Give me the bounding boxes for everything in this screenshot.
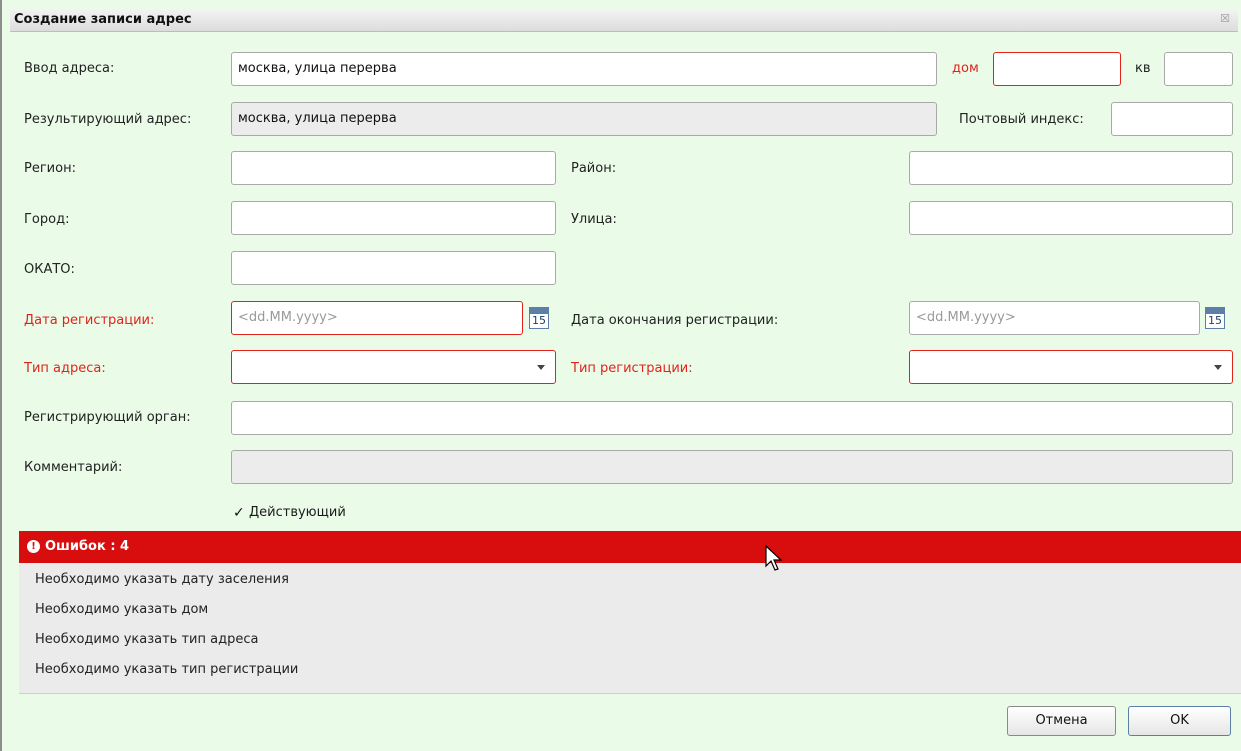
- city-input[interactable]: [231, 201, 556, 235]
- address-input-label: Ввод адреса:: [24, 61, 115, 76]
- result-address-field: москва, улица перерва: [231, 102, 937, 136]
- apartment-label: кв: [1135, 61, 1151, 76]
- district-input[interactable]: [909, 151, 1233, 185]
- district-label: Район:: [571, 161, 617, 176]
- calendar-icon[interactable]: 15: [529, 307, 549, 329]
- reg-end-date-input[interactable]: <dd.MM.yyyy>: [909, 301, 1200, 335]
- error-item: Необходимо указать тип регистрации: [35, 662, 299, 677]
- error-icon: !: [27, 540, 40, 553]
- postal-index-input[interactable]: [1111, 102, 1233, 136]
- error-count-header: Ошибок : 4: [45, 539, 130, 554]
- region-label: Регион:: [24, 161, 76, 176]
- street-label: Улица:: [571, 212, 617, 227]
- ok-button[interactable]: OK: [1128, 706, 1231, 736]
- apartment-input[interactable]: [1164, 52, 1233, 86]
- error-item: Необходимо указать дом: [35, 602, 209, 617]
- comment-label: Комментарий:: [24, 460, 123, 475]
- mouse-cursor-icon: [765, 545, 783, 571]
- reg-date-input[interactable]: <dd.MM.yyyy>: [231, 301, 523, 335]
- reg-authority-label: Регистрирующий орган:: [24, 410, 191, 425]
- address-input[interactable]: москва, улица перерва: [231, 52, 937, 86]
- reg-end-date-label: Дата окончания регистрации:: [571, 313, 779, 328]
- reg-type-label: Тип регистрации:: [571, 361, 693, 376]
- calendar-icon[interactable]: 15: [1205, 307, 1225, 329]
- address-type-label: Тип адреса:: [24, 361, 106, 376]
- cancel-button[interactable]: Отмена: [1007, 706, 1116, 736]
- region-input[interactable]: [231, 151, 556, 185]
- okato-label: ОКАТО:: [24, 262, 75, 277]
- error-item: Необходимо указать тип адреса: [35, 632, 259, 647]
- house-label: дом: [952, 61, 979, 76]
- dropdown-arrow-icon[interactable]: [537, 365, 545, 370]
- error-item: Необходимо указать дату заселения: [35, 572, 289, 587]
- house-input[interactable]: [993, 52, 1121, 86]
- result-address-label: Результирующий адрес:: [24, 112, 192, 127]
- error-list: Необходимо указать дату заселения Необхо…: [19, 563, 1241, 694]
- active-checkbox[interactable]: ✓: [233, 506, 247, 520]
- reg-date-label: Дата регистрации:: [24, 313, 155, 328]
- reg-type-select[interactable]: [909, 350, 1233, 384]
- reg-authority-input[interactable]: [231, 401, 1233, 435]
- close-icon[interactable]: ☒: [1220, 12, 1230, 25]
- error-summary-bar: ! Ошибок : 4: [19, 531, 1241, 563]
- street-input[interactable]: [909, 201, 1233, 235]
- dropdown-arrow-icon[interactable]: [1214, 365, 1222, 370]
- title-bar[interactable]: Создание записи адрес ☒: [10, 9, 1238, 32]
- address-type-select[interactable]: [231, 350, 556, 384]
- city-label: Город:: [24, 212, 70, 227]
- okato-input[interactable]: [231, 251, 556, 285]
- dialog-window: Создание записи адрес ☒ Ввод адреса: мос…: [0, 0, 1241, 751]
- comment-field: [231, 450, 1233, 484]
- active-checkbox-label[interactable]: Действующий: [249, 505, 346, 520]
- dialog-title: Создание записи адрес: [14, 12, 192, 27]
- postal-index-label: Почтовый индекс:: [959, 112, 1084, 127]
